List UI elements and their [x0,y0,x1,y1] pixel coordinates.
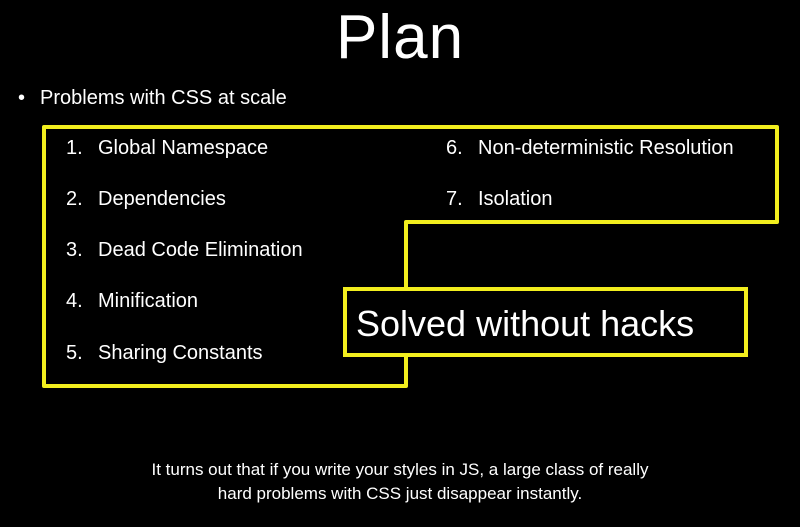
list-item-label: Non-deterministic Resolution [478,137,734,159]
footer-line: hard problems with CSS just disappear in… [217,484,583,503]
list-item-number: 1. [66,137,83,159]
list-item-label: Sharing Constants [98,342,263,364]
list-item-label: Minification [98,290,199,312]
list-item-label: Dependencies [98,188,226,210]
footer-line: It turns out that if you write your styl… [151,460,649,479]
list-item-number: 7. [446,188,463,210]
list-item-label: Dead Code Elimination [98,239,303,261]
list-item-number: 3. [66,239,83,261]
list-item-number: 5. [66,342,83,364]
list-item: 3. Dead Code Elimination [66,238,303,262]
list-item: 1. Global Namespace [66,136,268,160]
list-item: 2. Dependencies [66,187,226,211]
solved-callout: Solved without hacks [356,303,695,344]
list-item: 6. Non-deterministic Resolution [446,136,734,160]
list-item: 4. Minification [66,289,198,313]
list-item-number: 6. [446,137,463,159]
slide-footer-note: It turns out that if you write your styl… [0,458,800,506]
highlight-outline [42,125,779,388]
list-item: 5. Sharing Constants [66,341,263,365]
list-item-number: 2. [66,188,83,210]
list-item-label: Isolation [478,188,553,210]
list-item: 7. Isolation [446,187,553,211]
list-item-number: 4. [66,290,83,312]
list-item-label: Global Namespace [98,137,269,159]
